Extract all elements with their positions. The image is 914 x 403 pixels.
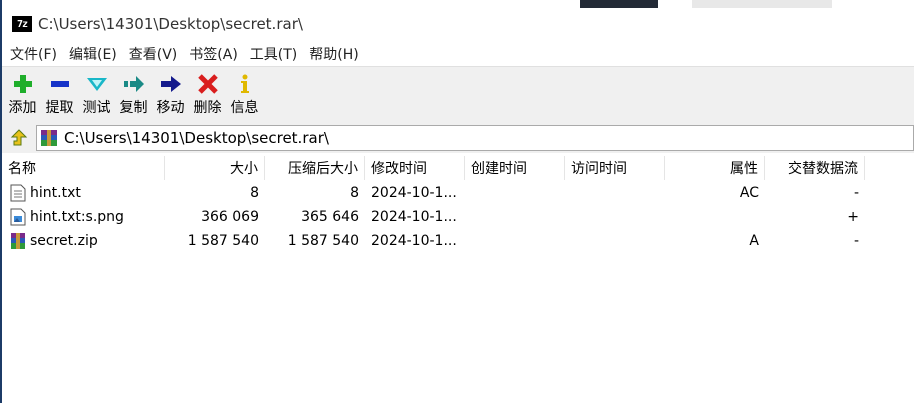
column-created[interactable]: 创建时间: [465, 156, 565, 180]
file-accessed: [565, 229, 665, 253]
extract-label: 提取: [45, 100, 74, 116]
title-bar[interactable]: 7z C:\Users\14301\Desktop\secret.rar\: [2, 8, 914, 40]
move-button[interactable]: 移动: [154, 67, 187, 117]
test-icon: [86, 78, 107, 91]
file-name: hint.txt:s.png: [30, 209, 124, 225]
add-icon: [13, 75, 32, 93]
address-field[interactable]: C:\Users\14301\Desktop\secret.rar\: [36, 125, 914, 151]
column-attributes[interactable]: 属性: [665, 156, 765, 180]
name-cell: secret.zip: [2, 229, 165, 253]
file-packed-size: 1 587 540: [287, 233, 359, 249]
column-modified[interactable]: 修改时间: [365, 156, 465, 180]
move-icon: [160, 76, 181, 92]
info-icon: [240, 74, 249, 93]
file-modified: 2024-10-1...: [371, 185, 457, 201]
file-modified: 2024-10-1...: [371, 233, 457, 249]
copy-icon: [123, 76, 144, 92]
file-name: hint.txt: [30, 185, 81, 201]
file-size: 8: [250, 185, 259, 201]
column-accessed[interactable]: 访问时间: [565, 156, 665, 180]
menu-view[interactable]: 查看(V): [125, 44, 182, 64]
test-label: 测试: [82, 100, 111, 116]
file-created: [465, 181, 565, 205]
file-packed-size: 8: [350, 185, 359, 201]
menu-bar: 文件(F) 编辑(E) 查看(V) 书签(A) 工具(T) 帮助(H): [2, 42, 914, 66]
column-header: 名称 大小 压缩后大小 修改时间 创建时间 访问时间 属性 交替数据流: [2, 156, 914, 180]
extract-icon: [50, 81, 69, 87]
window-title: C:\Users\14301\Desktop\secret.rar\: [38, 15, 303, 33]
file-created: [465, 205, 565, 229]
copy-label: 复制: [119, 100, 148, 116]
file-created: [465, 229, 565, 253]
file-size: 1 587 540: [187, 233, 259, 249]
file-alt-streams: +: [847, 209, 859, 225]
column-packed-size[interactable]: 压缩后大小: [265, 156, 365, 180]
info-label: 信息: [230, 100, 259, 116]
file-attributes: [665, 205, 765, 229]
rar-archive-icon: [41, 130, 57, 146]
background-window-strip: [692, 0, 832, 8]
table-row[interactable]: hint.txt 8 8 2024-10-1... AC -: [2, 181, 914, 205]
copy-button[interactable]: 复制: [117, 67, 150, 117]
file-accessed: [565, 181, 665, 205]
file-size: 366 069: [201, 209, 259, 225]
test-button[interactable]: 测试: [80, 67, 113, 117]
file-attributes: AC: [739, 185, 759, 201]
info-button[interactable]: 信息: [228, 67, 261, 117]
menu-edit[interactable]: 编辑(E): [65, 44, 121, 64]
menu-bookmarks[interactable]: 书签(A): [185, 44, 242, 64]
menu-file[interactable]: 文件(F): [6, 44, 61, 64]
file-modified: 2024-10-1...: [371, 209, 457, 225]
add-button[interactable]: 添加: [6, 67, 39, 117]
file-name: secret.zip: [30, 233, 98, 249]
file-alt-streams: -: [853, 185, 859, 201]
toolbar: 添加 提取 测试 复制 移动 删除 信息: [2, 66, 914, 124]
name-cell: hint.txt:s.png: [2, 205, 165, 229]
table-row[interactable]: hint.txt:s.png 366 069 365 646 2024-10-1…: [2, 205, 914, 229]
file-packed-size: 365 646: [301, 209, 359, 225]
up-arrow-icon: [10, 129, 28, 146]
up-folder-button[interactable]: [8, 127, 30, 149]
file-accessed: [565, 205, 665, 229]
menu-tools[interactable]: 工具(T): [246, 44, 301, 64]
file-list: hint.txt 8 8 2024-10-1... AC - hint.txt:…: [2, 181, 914, 253]
add-label: 添加: [8, 100, 37, 116]
app-logo-icon: 7z: [12, 16, 32, 32]
file-attributes: A: [749, 233, 759, 249]
delete-icon: [197, 74, 218, 94]
file-alt-streams: -: [853, 233, 859, 249]
background-taskbar-strip: [580, 0, 658, 8]
column-size[interactable]: 大小: [165, 156, 265, 180]
table-row[interactable]: secret.zip 1 587 540 1 587 540 2024-10-1…: [2, 229, 914, 253]
archive-window: 7z C:\Users\14301\Desktop\secret.rar\ 文件…: [2, 0, 914, 403]
address-path: C:\Users\14301\Desktop\secret.rar\: [64, 129, 329, 147]
name-cell: hint.txt: [2, 181, 165, 205]
address-bar: C:\Users\14301\Desktop\secret.rar\: [2, 123, 914, 153]
column-name[interactable]: 名称: [2, 156, 165, 180]
delete-label: 删除: [193, 100, 222, 116]
column-alt-streams[interactable]: 交替数据流: [765, 156, 865, 180]
delete-button[interactable]: 删除: [191, 67, 224, 117]
archive-file-icon: [11, 233, 25, 249]
image-file-icon: [10, 208, 26, 226]
text-file-icon: [10, 184, 26, 202]
extract-button[interactable]: 提取: [43, 67, 76, 117]
menu-help[interactable]: 帮助(H): [305, 44, 362, 64]
move-label: 移动: [156, 100, 185, 116]
